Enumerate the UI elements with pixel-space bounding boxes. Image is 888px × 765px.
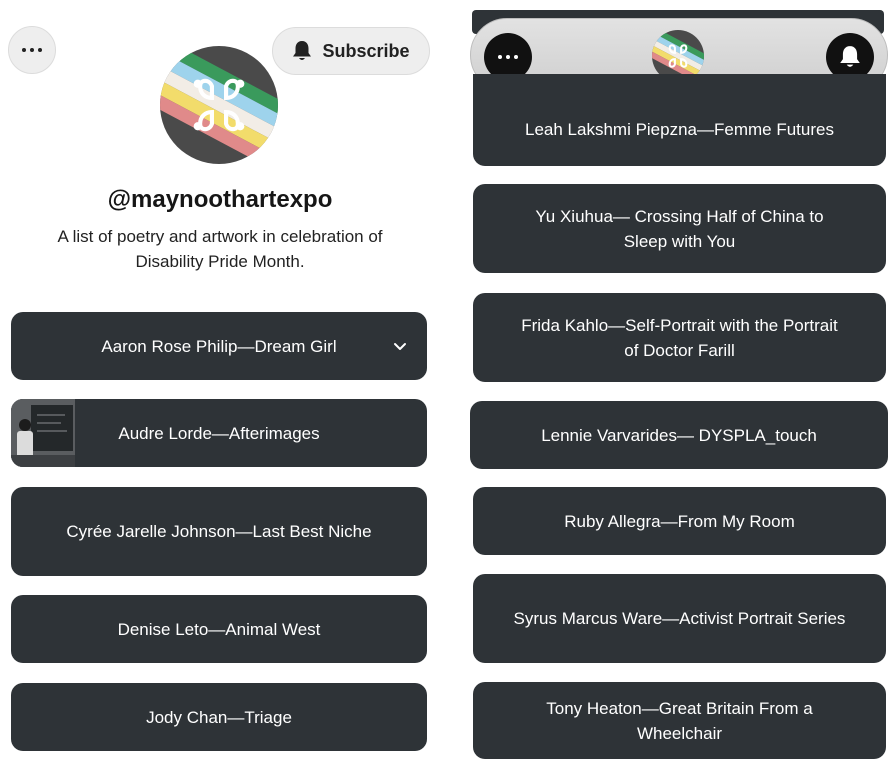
more-horizontal-icon bbox=[498, 55, 518, 59]
link-card-tony-heaton[interactable]: Tony Heaton—Great Britain From a Wheelch… bbox=[473, 682, 886, 759]
profile-avatar bbox=[160, 46, 278, 164]
profile-handle: @maynoothartexpo bbox=[107, 186, 333, 213]
link-label: Aaron Rose Philip—Dream Girl bbox=[101, 336, 337, 356]
photo-thumbnail-image bbox=[11, 399, 75, 467]
profile-page-scrolled: Leah Lakshmi Piepzna—Femme Futures Yu Xi… bbox=[462, 0, 888, 765]
link-label: Cyrée Jarelle Johnson—Last Best Niche bbox=[66, 522, 372, 541]
link-label: Syrus Marcus Ware—Activist Portrait Seri… bbox=[513, 609, 846, 628]
chevron-down-icon[interactable] bbox=[393, 339, 407, 353]
link-card-yu-xiuhua[interactable]: Yu Xiuhua— Crossing Half of China to Sle… bbox=[473, 184, 886, 273]
bell-icon bbox=[293, 41, 312, 60]
link-label: Lennie Varvarides— DYSPLA_touch bbox=[541, 425, 817, 445]
link-card-frida-kahlo[interactable]: Frida Kahlo—Self-Portrait with the Portr… bbox=[473, 293, 886, 382]
link-card-denise-leto[interactable]: Denise Leto—Animal West bbox=[11, 595, 427, 663]
link-label: Leah Lakshmi Piepzna—Femme Futures bbox=[525, 119, 834, 139]
link-thumbnail bbox=[11, 399, 75, 467]
link-card-cyree-jarelle-johnson[interactable]: Cyrée Jarelle Johnson—Last Best Niche bbox=[11, 487, 427, 576]
link-label: Jody Chan—Triage bbox=[146, 707, 292, 727]
link-label: Audre Lorde—Afterimages bbox=[118, 423, 320, 443]
link-card-ruby-allegra[interactable]: Ruby Allegra—From My Room bbox=[473, 487, 886, 555]
link-card-leah-lakshmi-piepzna[interactable]: Leah Lakshmi Piepzna—Femme Futures bbox=[473, 74, 886, 166]
profile-page-top: Subscribe @maynoothartexpo A list of poe… bbox=[0, 0, 440, 765]
link-label: Tony Heaton—Great Britain From a Wheelch… bbox=[546, 698, 813, 743]
bell-icon bbox=[840, 46, 860, 67]
link-card-syrus-marcus-ware[interactable]: Syrus Marcus Ware—Activist Portrait Seri… bbox=[473, 574, 886, 663]
link-label: Frida Kahlo—Self-Portrait with the Portr… bbox=[521, 315, 838, 360]
more-options-button[interactable] bbox=[8, 26, 56, 74]
link-card-lennie-varvarides[interactable]: Lennie Varvarides— DYSPLA_touch bbox=[470, 401, 888, 469]
subscribe-label: Subscribe bbox=[322, 40, 410, 61]
link-card-aaron-rose-philip[interactable]: Aaron Rose Philip—Dream Girl bbox=[11, 312, 427, 380]
link-label: Yu Xiuhua— Crossing Half of China to Sle… bbox=[535, 206, 824, 251]
link-card-jody-chan[interactable]: Jody Chan—Triage bbox=[11, 683, 427, 751]
link-label: Denise Leto—Animal West bbox=[117, 619, 321, 639]
profile-bio: A list of poetry and artwork in celebrat… bbox=[57, 227, 383, 271]
link-card-audre-lorde[interactable]: Audre Lorde—Afterimages bbox=[11, 399, 427, 467]
link-label: Ruby Allegra—From My Room bbox=[564, 511, 795, 531]
subscribe-button[interactable]: Subscribe bbox=[272, 27, 430, 75]
disability-pride-flag-logo bbox=[160, 46, 278, 164]
more-horizontal-icon bbox=[22, 48, 42, 52]
